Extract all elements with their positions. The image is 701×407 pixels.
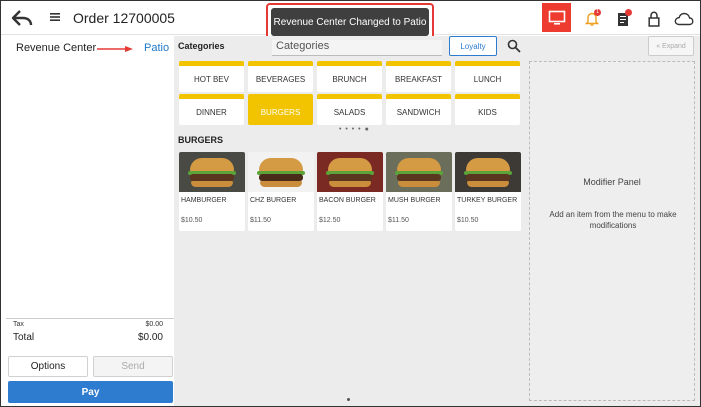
menu-item-mush-burger[interactable]: MUSH BURGER $11.50 <box>386 152 452 231</box>
category-sandwich[interactable]: SANDWICH <box>386 94 451 125</box>
categories-title: Categories <box>178 41 225 51</box>
category-beverages[interactable]: BEVERAGES <box>248 61 313 92</box>
total-value: $0.00 <box>137 332 163 343</box>
section-title: BURGERS <box>178 135 224 145</box>
item-name: HAMBURGER <box>181 197 227 204</box>
page-indicator <box>347 398 350 401</box>
monitor-icon <box>548 10 565 25</box>
modifier-box: Modifier Panel Add an item from the menu… <box>529 61 695 401</box>
modifier-panel: « Expand Modifier Panel Add an item from… <box>528 36 700 406</box>
pos-window: Order 12700005 1 Revenue Center Changed … <box>0 0 701 407</box>
page-dots[interactable]: • • • • ● <box>339 126 370 133</box>
orders-button[interactable] <box>610 6 636 32</box>
category-dinner[interactable]: DINNER <box>179 94 244 125</box>
category-kids[interactable]: KIDS <box>455 94 520 125</box>
back-arrow-icon[interactable] <box>11 9 33 27</box>
total-row: Total $0.00 <box>13 332 163 343</box>
item-name: MUSH BURGER <box>388 197 441 204</box>
tax-value: $0.00 <box>145 321 163 328</box>
category-search-field[interactable]: Categories <box>272 40 442 56</box>
tax-label: Tax <box>13 321 24 328</box>
hamburger-menu-icon[interactable] <box>50 12 60 22</box>
notifications-button[interactable]: 1 <box>579 6 605 32</box>
item-price: $11.50 <box>250 217 271 224</box>
order-panel: Revenue Center Patio Tax $0.00 Total $0.… <box>6 38 174 348</box>
toast-message: Revenue Center Changed to Patio <box>271 8 429 36</box>
category-hot-bev[interactable]: HOT BEV <box>179 61 244 92</box>
item-image <box>386 152 452 192</box>
modifier-title: Modifier Panel <box>583 177 641 187</box>
menu-item-hamburger[interactable]: HAMBURGER $10.50 <box>179 152 245 231</box>
cloud-icon <box>674 12 694 26</box>
item-name: BACON BURGER <box>319 197 376 204</box>
revenue-center-label: Revenue Center <box>16 42 97 54</box>
monitor-button[interactable] <box>542 3 571 32</box>
lock-button[interactable] <box>641 6 667 32</box>
modifier-description: Add an item from the menu to make modifi… <box>549 210 677 230</box>
menu-item-turkey-burger[interactable]: TURKEY BURGER $10.50 <box>455 152 521 231</box>
options-button[interactable]: Options <box>8 356 88 377</box>
item-image <box>179 152 245 192</box>
menu-item-chz-burger[interactable]: CHZ BURGER $11.50 <box>248 152 314 231</box>
item-price: $11.50 <box>388 217 409 224</box>
item-name: TURKEY BURGER <box>457 197 518 204</box>
item-price: $12.50 <box>319 217 341 224</box>
revenue-center-value[interactable]: Patio <box>144 42 169 54</box>
item-image <box>455 152 521 192</box>
category-lunch[interactable]: LUNCH <box>455 61 520 92</box>
category-salads[interactable]: SALADS <box>317 94 382 125</box>
orders-badge <box>625 9 632 16</box>
total-label: Total <box>13 332 35 343</box>
order-title: Order 12700005 <box>73 10 175 26</box>
send-button[interactable]: Send <box>93 356 173 377</box>
item-image <box>248 152 314 192</box>
red-arrow-icon <box>97 46 133 52</box>
cloud-button[interactable] <box>671 6 697 32</box>
item-name: CHZ BURGER <box>250 197 297 204</box>
category-brunch[interactable]: BRUNCH <box>317 61 382 92</box>
item-price: $10.50 <box>457 217 479 224</box>
search-icon[interactable] <box>507 39 521 53</box>
menu-item-bacon-burger[interactable]: BACON BURGER $12.50 <box>317 152 383 231</box>
category-burgers[interactable]: BURGERS <box>248 94 313 125</box>
divider <box>6 318 174 319</box>
menu-panel: Categories Categories Loyalty HOT BEV BE… <box>174 36 528 406</box>
expand-button[interactable]: « Expand <box>648 36 694 56</box>
notification-badge: 1 <box>594 9 601 16</box>
tax-row: Tax $0.00 <box>13 321 163 328</box>
item-image <box>317 152 383 192</box>
pay-button[interactable]: Pay <box>8 381 173 403</box>
loyalty-button[interactable]: Loyalty <box>449 36 497 56</box>
item-price: $10.50 <box>181 217 203 224</box>
lock-icon <box>648 11 660 27</box>
category-breakfast[interactable]: BREAKFAST <box>386 61 451 92</box>
